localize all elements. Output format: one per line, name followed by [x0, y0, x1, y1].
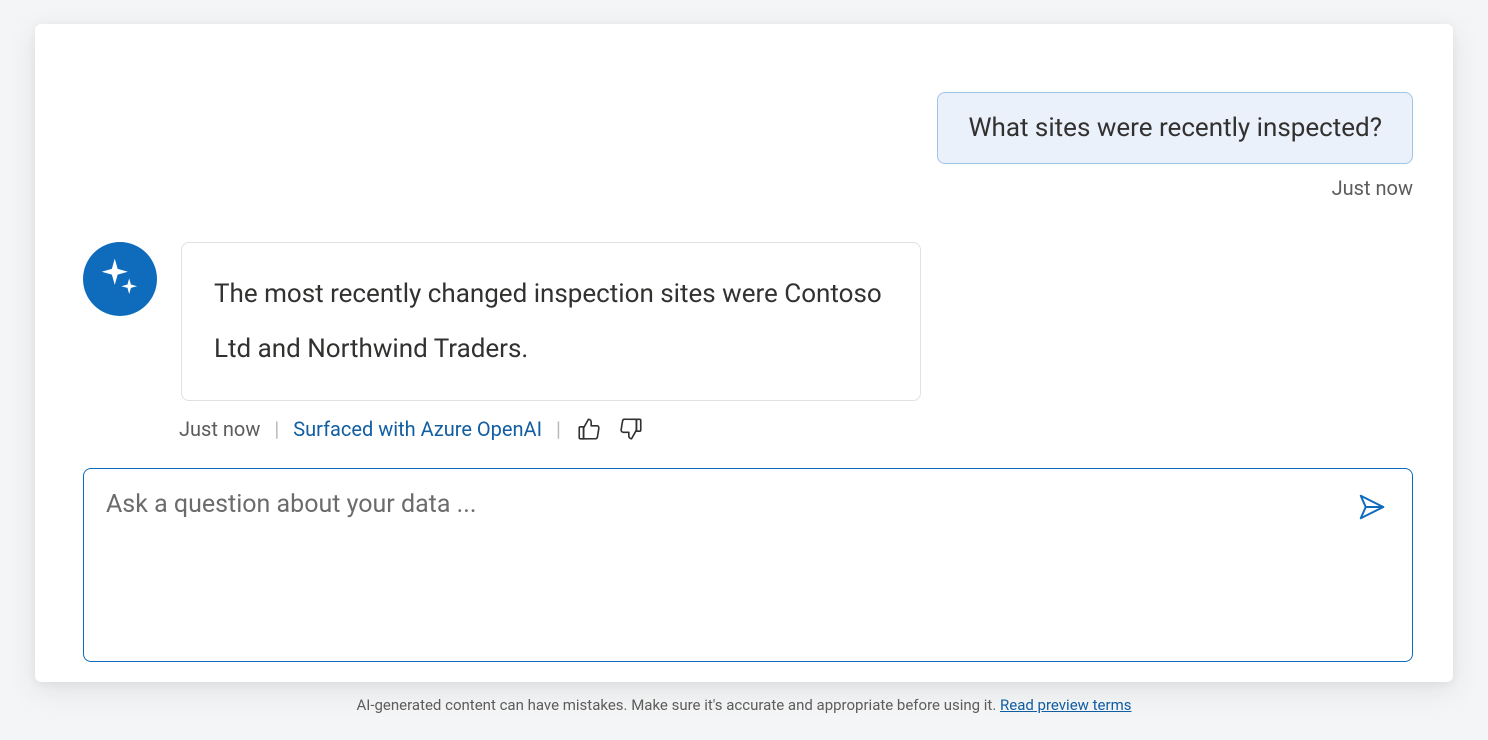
- meta-separator: |: [556, 417, 561, 441]
- thumbs-up-icon: [576, 416, 602, 442]
- thumbs-down-icon: [618, 416, 644, 442]
- user-message-text: What sites were recently inspected?: [968, 113, 1382, 143]
- bot-avatar: [83, 242, 157, 316]
- thumbs-down-button[interactable]: [617, 415, 645, 443]
- thumbs-up-button[interactable]: [575, 415, 603, 443]
- chat-card: What sites were recently inspected? Just…: [35, 24, 1453, 682]
- bot-message-row: The most recently changed inspection sit…: [83, 242, 1413, 443]
- bot-message-text: The most recently changed inspection sit…: [214, 279, 882, 364]
- chat-input-area[interactable]: [83, 468, 1413, 662]
- bot-message-meta: Just now | Surfaced with Azure OpenAI |: [179, 415, 921, 443]
- bot-source-link[interactable]: Surfaced with Azure OpenAI: [293, 417, 542, 441]
- user-message-bubble: What sites were recently inspected?: [937, 92, 1413, 164]
- send-icon: [1357, 492, 1387, 522]
- user-message-timestamp: Just now: [1332, 176, 1413, 200]
- ai-disclaimer: AI-generated content can have mistakes. …: [35, 682, 1453, 714]
- bot-message-timestamp: Just now: [179, 417, 260, 441]
- send-button[interactable]: [1354, 489, 1390, 525]
- preview-terms-link[interactable]: Read preview terms: [1000, 696, 1131, 714]
- bot-message-column: The most recently changed inspection sit…: [181, 242, 921, 443]
- messages-area: What sites were recently inspected? Just…: [83, 72, 1413, 450]
- bot-message-bubble: The most recently changed inspection sit…: [181, 242, 921, 401]
- sparkle-icon: [99, 256, 141, 302]
- disclaimer-text: AI-generated content can have mistakes. …: [357, 696, 1001, 714]
- chat-input[interactable]: [106, 487, 1346, 637]
- meta-separator: |: [274, 417, 279, 441]
- user-message-row: What sites were recently inspected? Just…: [83, 92, 1413, 200]
